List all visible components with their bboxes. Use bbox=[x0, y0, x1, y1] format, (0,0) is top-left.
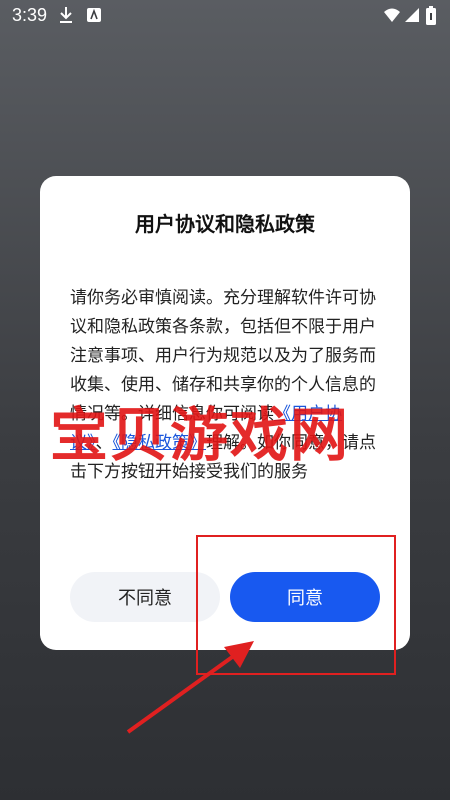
agree-button[interactable]: 同意 bbox=[230, 572, 380, 622]
wifi-icon bbox=[383, 6, 401, 29]
link-separator: 、 bbox=[95, 433, 113, 453]
battery-icon bbox=[425, 6, 437, 31]
privacy-dialog: 用户协议和隐私政策 请你务必审慎阅读。充分理解软件许可协议和隐私政策各条款，包括… bbox=[40, 176, 410, 650]
status-time: 3:39 bbox=[12, 5, 48, 25]
keyboard-icon bbox=[86, 6, 102, 29]
signal-icon bbox=[403, 6, 421, 29]
status-bar: 3:39 bbox=[0, 0, 450, 32]
decline-button[interactable]: 不同意 bbox=[70, 572, 220, 622]
download-icon bbox=[58, 6, 74, 29]
dialog-title: 用户协议和隐私政策 bbox=[135, 212, 315, 236]
dialog-body: 请你务必审慎阅读。充分理解软件许可协议和隐私政策各条款，包括但不限于用户注意事项… bbox=[70, 284, 382, 487]
privacy-policy-link[interactable]: 《隐私政策》 bbox=[113, 433, 207, 453]
